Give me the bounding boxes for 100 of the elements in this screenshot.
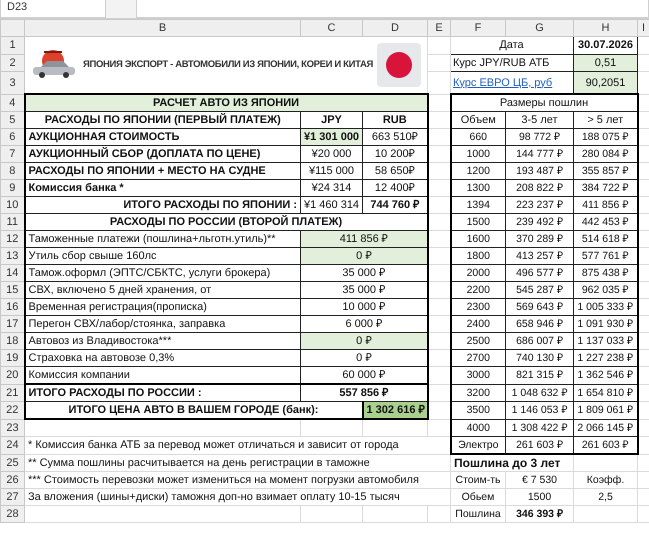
row-number[interactable]: 26 xyxy=(0,472,24,488)
row-number[interactable]: 14 xyxy=(0,264,24,282)
column-title: 3-5 лет xyxy=(506,112,574,128)
row-number[interactable]: 7 xyxy=(0,146,24,162)
table-cell: 2500 xyxy=(450,332,506,350)
column-header[interactable]: F xyxy=(450,20,506,36)
table-cell: 1500 xyxy=(506,488,574,506)
footnote: За вложения (шины+диски) таможня доп-но взимает оплату 10-15 тысяч xyxy=(24,488,450,506)
table-cell: 660 xyxy=(450,128,506,146)
yen-amount: ¥24 314 xyxy=(300,180,362,196)
table-cell: 2400 xyxy=(450,316,506,332)
rate-value: 30.07.2026 xyxy=(574,36,638,54)
table-cell: 3200 xyxy=(450,384,506,402)
table-cell: 1500 xyxy=(450,214,506,230)
table-cell: 686 007 ₽ xyxy=(506,332,574,350)
row-number[interactable]: 28 xyxy=(0,506,24,522)
table-cell: 1 308 422 ₽ xyxy=(506,419,574,436)
row-number[interactable]: 4 xyxy=(0,94,24,112)
column-header[interactable]: C xyxy=(300,20,362,36)
table-cell: Коэфф. xyxy=(574,472,638,488)
row-number[interactable]: 19 xyxy=(0,350,24,366)
name-box[interactable]: D23 xyxy=(0,0,106,18)
table-cell: 1 227 238 ₽ xyxy=(574,350,638,366)
row-label: РАСХОДЫ ПО ЯПОНИИ + МЕСТО НА СУДНЕ xyxy=(24,162,300,180)
ruble-amount: 35 000 ₽ xyxy=(300,264,428,282)
row-number[interactable]: 9 xyxy=(0,180,24,196)
table-cell: 962 035 ₽ xyxy=(574,282,638,298)
row-number[interactable]: 27 xyxy=(0,488,24,506)
row-number[interactable]: 11 xyxy=(0,214,24,230)
row-label: Автовоз из Владивостока*** xyxy=(24,332,300,350)
yen-amount: ¥1 460 314 xyxy=(300,196,362,214)
table-cell: 413 257 ₽ xyxy=(506,248,574,264)
row-number[interactable]: 13 xyxy=(0,248,24,264)
row-number[interactable]: 10 xyxy=(0,196,24,214)
row-number[interactable]: 25 xyxy=(0,454,24,472)
table-cell: 875 438 ₽ xyxy=(574,264,638,282)
row-number[interactable]: 18 xyxy=(0,332,24,350)
column-header[interactable]: E xyxy=(428,20,450,36)
table-cell: 261 603 ₽ xyxy=(506,436,574,454)
row-number[interactable]: 8 xyxy=(0,162,24,180)
column-header[interactable]: G xyxy=(506,20,574,36)
row-number[interactable]: 1 xyxy=(0,36,24,54)
table-cell: 1800 xyxy=(450,248,506,264)
ruble-amount: 12 400₽ xyxy=(362,180,428,196)
yen-amount: ¥115 000 xyxy=(300,162,362,180)
row-number[interactable]: 16 xyxy=(0,298,24,316)
ruble-amount: 0 ₽ xyxy=(300,332,428,350)
row-label: Временная регистрация(прописка) xyxy=(24,298,300,316)
column-title: > 5 лет xyxy=(574,112,638,128)
row-number[interactable]: 24 xyxy=(0,436,24,454)
ruble-amount: 10 000 ₽ xyxy=(300,298,428,316)
rate-label: Курс JPY/RUB АТБ xyxy=(453,56,550,69)
table-cell: 355 857 ₽ xyxy=(574,162,638,180)
row-number[interactable]: 21 xyxy=(0,384,24,402)
formula-input[interactable] xyxy=(136,0,649,18)
table-cell: 545 287 ₽ xyxy=(506,282,574,298)
table-cell: 2 066 145 ₽ xyxy=(574,419,638,436)
table-cell: 1 146 053 ₽ xyxy=(506,402,574,419)
column-header[interactable]: D xyxy=(362,20,428,36)
row-number[interactable]: 23 xyxy=(0,419,24,436)
total-label: ИТОГО ЦЕНА АВТО В ВАШЕМ ГОРОДЕ (банк): xyxy=(24,402,362,419)
table-cell: 1 362 546 ₽ xyxy=(574,366,638,384)
row-number[interactable]: 2 xyxy=(0,54,24,72)
table-cell: 208 822 ₽ xyxy=(506,180,574,196)
table-cell: Обьем xyxy=(450,488,506,506)
table-cell: 280 084 ₽ xyxy=(574,146,638,162)
table-cell: Пошлина xyxy=(450,506,506,522)
ruble-amount: 10 200₽ xyxy=(362,146,428,162)
footnote: *** Стоимость перевозки может измениться на момент погрузки автомобиля xyxy=(24,472,450,488)
ruble-amount: 744 760 ₽ xyxy=(362,196,428,214)
table-cell: 223 237 ₽ xyxy=(506,196,574,214)
column-header[interactable]: B xyxy=(24,20,300,36)
row-number[interactable]: 3 xyxy=(0,72,24,94)
yen-amount: ¥20 000 xyxy=(300,146,362,162)
table-cell: 2200 xyxy=(450,282,506,298)
table-cell: 496 577 ₽ xyxy=(506,264,574,282)
rate-value: 0,51 xyxy=(574,54,638,72)
table-cell: € 7 530 xyxy=(506,472,574,488)
row-number[interactable]: 22 xyxy=(0,402,24,419)
row-number[interactable]: 20 xyxy=(0,366,24,384)
table-cell: 370 289 ₽ xyxy=(506,230,574,248)
table-cell: 193 487 ₽ xyxy=(506,162,574,180)
table-cell: 4000 xyxy=(450,419,506,436)
total-label: ИТОГО РАСХОДЫ ПО РОССИИ : xyxy=(24,384,300,402)
row-label: Таможенные платежи (пошлина+льготн.утиль)** xyxy=(24,230,300,248)
row-number[interactable]: 5 xyxy=(0,112,24,128)
row-label: Перегон СВХ/лабор/стоянка, заправка xyxy=(24,316,300,332)
column-header[interactable]: I xyxy=(638,20,649,36)
row-number[interactable]: 17 xyxy=(0,316,24,332)
table-cell: 144 777 ₽ xyxy=(506,146,574,162)
table-cell: 1 137 033 ₽ xyxy=(574,332,638,350)
section-title: Пошлина до 3 лет xyxy=(450,454,574,472)
row-number[interactable]: 15 xyxy=(0,282,24,298)
table-cell: 1600 xyxy=(450,230,506,248)
ruble-amount: 35 000 ₽ xyxy=(300,282,428,298)
ruble-amount: 58 650₽ xyxy=(362,162,428,180)
row-number[interactable]: 6 xyxy=(0,128,24,146)
row-number[interactable]: 12 xyxy=(0,230,24,248)
table-cell: 2,5 xyxy=(574,488,638,506)
column-header[interactable]: H xyxy=(574,20,638,36)
